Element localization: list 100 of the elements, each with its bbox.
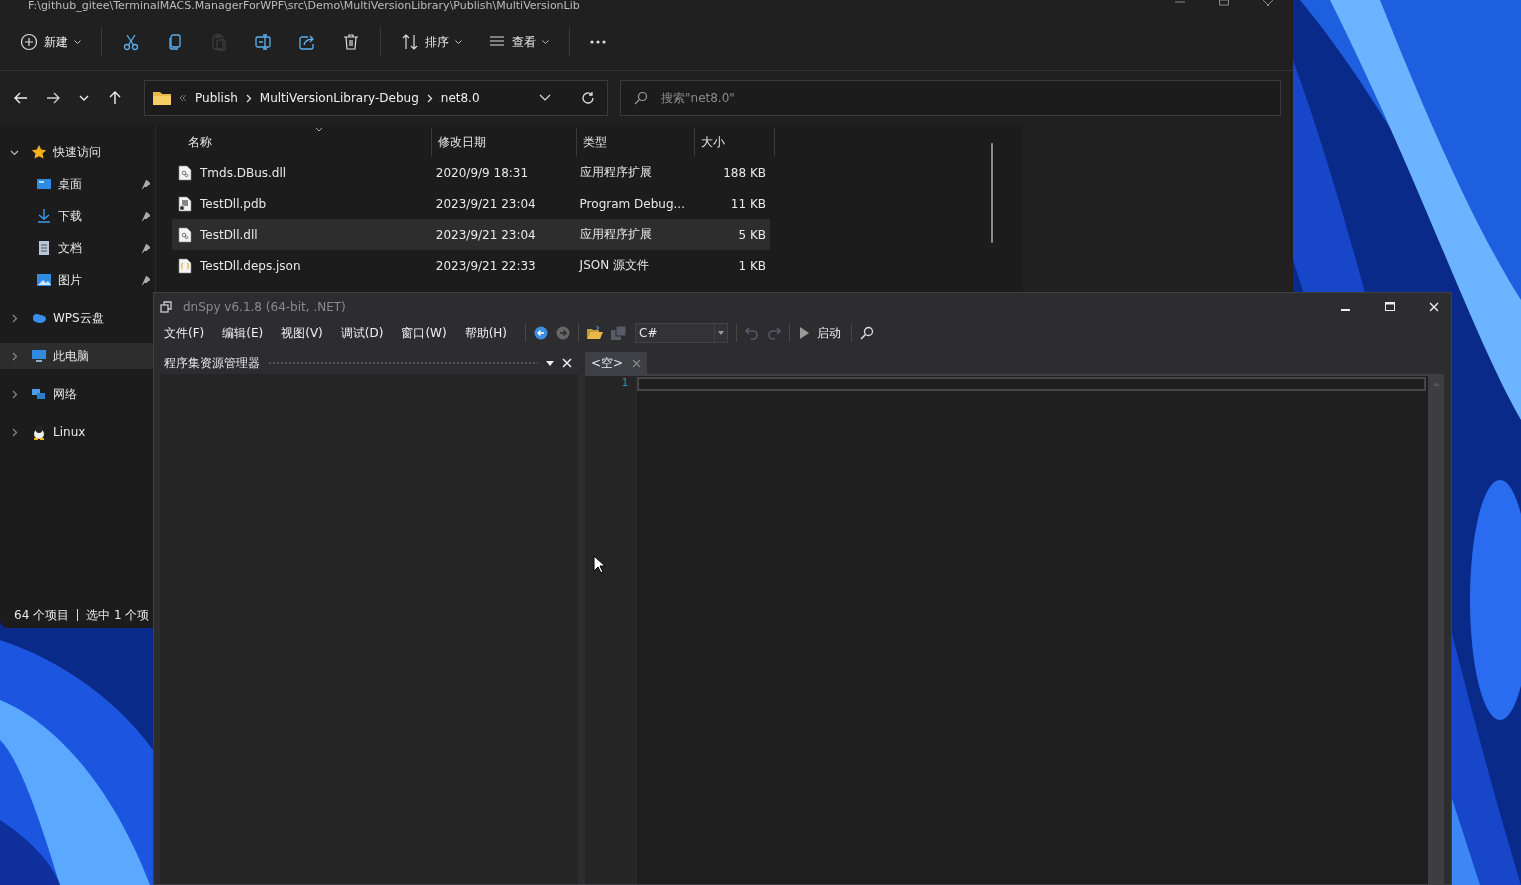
- open-folder-icon[interactable]: [587, 326, 604, 340]
- file-name: TestDll.deps.json: [200, 258, 301, 273]
- document-icon: [36, 240, 52, 256]
- rename-icon: [254, 33, 272, 51]
- back-icon[interactable]: [534, 326, 549, 340]
- file-name: TestDll.pdb: [200, 196, 267, 211]
- download-icon: [36, 208, 52, 224]
- caret-icon: [455, 39, 462, 45]
- column-header[interactable]: 大小: [695, 128, 775, 156]
- sidebar-item[interactable]: WPS云盘: [0, 305, 155, 331]
- share-icon: [298, 33, 316, 51]
- column-header[interactable]: 名称: [172, 128, 432, 156]
- back-icon[interactable]: [14, 91, 28, 105]
- file-name: TestDll.dll: [200, 227, 258, 242]
- delete-icon: [342, 33, 360, 51]
- folder-icon: [153, 91, 171, 105]
- search-icon[interactable]: [860, 326, 875, 340]
- network-icon: [31, 386, 47, 402]
- command-button[interactable]: 新建: [14, 27, 87, 57]
- sidebar-item[interactable]: 此电脑: [0, 343, 155, 369]
- status-text: 64 个项目: [14, 606, 70, 624]
- scrollbar[interactable]: [1428, 376, 1444, 884]
- breadcrumb[interactable]: MultiVersionLibrary-Debug: [259, 91, 419, 105]
- sidebar-item[interactable]: 桌面: [0, 171, 155, 197]
- more-icon: [590, 40, 606, 44]
- document-tab[interactable]: <空>: [585, 352, 648, 374]
- computer-icon: [31, 348, 47, 364]
- picture-icon: [36, 272, 52, 288]
- language-dropdown[interactable]: C#: [635, 323, 729, 343]
- address-bar[interactable]: Publish MultiVersionLibrary-Debug net8.0: [144, 80, 608, 116]
- command-button[interactable]: 查看: [482, 27, 555, 57]
- table-cell-text: Program Debug...: [578, 196, 686, 211]
- file-row[interactable]: TestDll.dll 2023/9/21 23:04 应用程序扩展 5 KB: [172, 219, 770, 250]
- table-cell-text: 188 KB: [722, 165, 767, 180]
- table-cell-text: 2023/9/21 23:04: [434, 227, 537, 242]
- up-arrow-icon[interactable]: [108, 91, 122, 105]
- menu-item[interactable]: 窗口(W): [401, 324, 447, 342]
- caret-icon: [542, 39, 549, 45]
- chevron-right-icon: [426, 93, 433, 103]
- caret-icon: [74, 39, 81, 45]
- sidebar-item[interactable]: 文档: [0, 235, 155, 261]
- table-cell-text: 1 KB: [737, 258, 767, 273]
- file-row[interactable]: TestDll.pdb 2023/9/21 23:04 Program Debug... 11 KB: [172, 188, 770, 219]
- table-cell-text: 11 KB: [729, 196, 767, 211]
- refresh-icon[interactable]: [581, 91, 595, 105]
- command-button[interactable]: 排序: [395, 27, 468, 57]
- cut-icon: [122, 33, 140, 51]
- column-header[interactable]: 类型: [577, 128, 695, 156]
- forward-icon[interactable]: [46, 91, 60, 105]
- table-cell-text: JSON 源文件: [578, 257, 650, 274]
- window-title: F:\github_gitee\TerminalMACS.ManagerForWPF\src\Demo\MultiVersionLibrary\Publish\MultiVersionLib: [28, 0, 580, 11]
- json-file-icon: [178, 257, 192, 274]
- sidebar-item[interactable]: 网络: [0, 381, 155, 407]
- table-cell-text: 应用程序扩展: [578, 164, 653, 181]
- search-field[interactable]: 搜索"net8.0": [620, 80, 1281, 116]
- menu-item[interactable]: 编辑(E): [222, 324, 264, 342]
- paste-icon: [210, 33, 228, 51]
- file-name: Tmds.DBus.dll: [200, 165, 287, 180]
- desktop-icon: [36, 176, 52, 192]
- play-icon: [800, 327, 810, 339]
- chevron-right-icon: [10, 427, 19, 437]
- table-cell-text: 5 KB: [737, 227, 767, 242]
- pdb-file-icon: [178, 195, 192, 212]
- sidebar-item[interactable]: 图片: [0, 267, 155, 293]
- table-cell-text: 应用程序扩展: [578, 226, 653, 243]
- start-button[interactable]: 启动: [798, 324, 844, 342]
- window-title: dnSpy v6.1.8 (64-bit, .NET): [183, 299, 346, 314]
- breadcrumb[interactable]: net8.0: [440, 91, 480, 105]
- panel-title: 程序集资源管理器: [164, 354, 260, 372]
- breadcrumb[interactable]: Publish: [195, 91, 238, 105]
- sort-caret-icon: [315, 127, 323, 132]
- penguin-icon: [31, 424, 47, 440]
- dropdown-icon[interactable]: [546, 360, 554, 366]
- scrollbar-thumb[interactable]: [991, 143, 993, 243]
- file-row[interactable]: TestDll.deps.json 2023/9/21 22:33 JSON 源文件 1 KB: [172, 250, 770, 281]
- dll-file-icon: [178, 164, 192, 181]
- star-icon: [31, 144, 47, 160]
- sort-icon: [401, 33, 419, 51]
- sidebar-item[interactable]: 快速访问: [0, 139, 155, 165]
- new-icon: [20, 33, 38, 51]
- menu-item[interactable]: 帮助(H): [464, 324, 508, 342]
- menu-item[interactable]: 视图(V): [281, 324, 323, 342]
- menu-item[interactable]: 文件(F): [164, 324, 205, 342]
- dll-file-icon: [178, 226, 192, 243]
- sidebar-item[interactable]: Linux: [0, 419, 155, 445]
- cursor-icon: [593, 555, 605, 574]
- sidebar-item[interactable]: 下载: [0, 203, 155, 229]
- chevron-right-icon: [10, 313, 19, 323]
- search-icon: [634, 91, 648, 105]
- restore-window-icon: [160, 300, 173, 313]
- table-cell-text: 2020/9/9 18:31: [434, 165, 530, 180]
- column-header[interactable]: 修改日期: [432, 128, 577, 156]
- chevron-left-icon: [179, 94, 187, 102]
- chevron-right-icon: [10, 389, 19, 399]
- file-row[interactable]: Tmds.DBus.dll 2020/9/9 18:31 应用程序扩展 188 KB: [172, 157, 770, 188]
- chevron-right-icon: [10, 351, 19, 361]
- line-number: 1: [621, 376, 628, 390]
- chevron-down-icon[interactable]: [539, 94, 551, 102]
- menu-item[interactable]: 调试(D): [340, 324, 384, 342]
- table-cell-text: 2023/9/21 22:33: [434, 258, 537, 273]
